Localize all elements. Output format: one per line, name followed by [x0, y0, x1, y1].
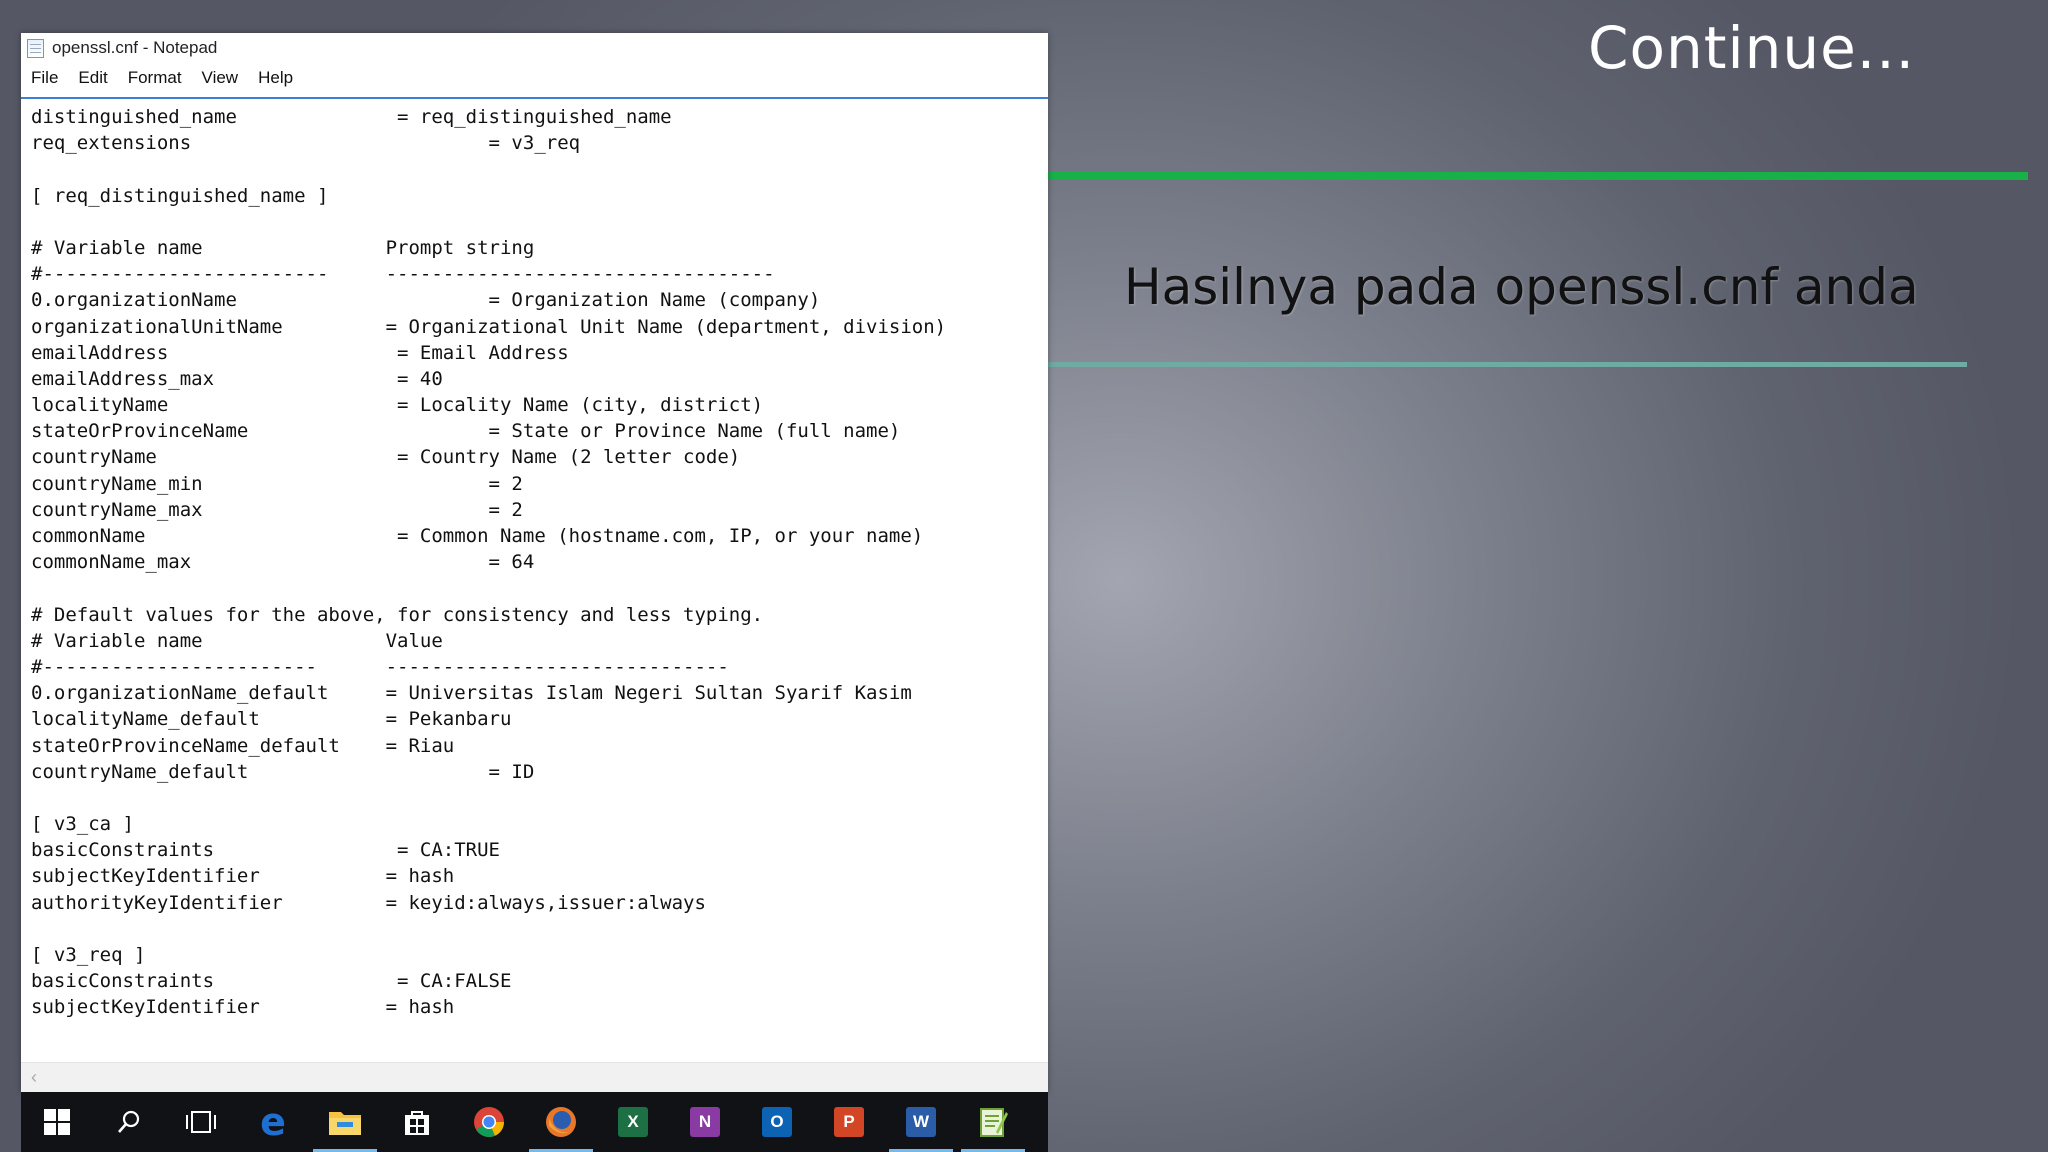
powerpoint-button[interactable]: P — [813, 1092, 885, 1152]
store-icon — [405, 1111, 429, 1135]
menu-help[interactable]: Help — [258, 68, 293, 88]
word-button[interactable]: W — [885, 1092, 957, 1152]
editor-line: commonName_max = 64 — [31, 551, 535, 574]
editor-line: countryName_min = 2 — [31, 472, 523, 495]
excel-icon: X — [618, 1107, 648, 1137]
editor-line: emailAddress_max = 40 — [31, 367, 443, 390]
firefox-icon — [546, 1107, 576, 1137]
editor-line: stateOrProvinceName = State or Province … — [31, 420, 901, 443]
editor-line: organizationalUnitName = Organizational … — [31, 315, 947, 338]
editor-line: #------------------------- -------------… — [31, 263, 775, 286]
text-editor[interactable]: distinguished_name = req_distinguished_n… — [21, 97, 1048, 1062]
editor-line: localityName_default = Pekanbaru — [31, 708, 512, 731]
accent-bar — [1047, 172, 2028, 180]
menu-format[interactable]: Format — [128, 68, 182, 88]
windows-logo-icon — [44, 1109, 70, 1135]
editor-line: req_extensions = v3_req — [31, 132, 581, 155]
editor-line: 0.organizationName = Organization Name (… — [31, 289, 821, 312]
outlook-icon: O — [762, 1107, 792, 1137]
editor-line: countryName = Country Name (2 letter cod… — [31, 446, 741, 469]
excel-button[interactable]: X — [597, 1092, 669, 1152]
menu-view[interactable]: View — [202, 68, 239, 88]
taskbar: e X N O P W — [21, 1092, 1048, 1152]
editor-line: countryName_max = 2 — [31, 498, 523, 521]
task-view-icon — [186, 1111, 216, 1133]
editor-line: distinguished_name = req_distinguished_n… — [31, 106, 672, 128]
menu-edit[interactable]: Edit — [78, 68, 107, 88]
powerpoint-icon: P — [834, 1107, 864, 1137]
task-view-button[interactable] — [165, 1092, 237, 1152]
title-bar[interactable]: openssl.cnf - Notepad — [21, 33, 1048, 63]
search-icon — [118, 1110, 140, 1133]
editor-line: # Variable name Value — [31, 629, 443, 652]
slide-title: Continue... — [1588, 14, 1916, 82]
editor-line: localityName = Locality Name (city, dist… — [31, 394, 764, 417]
editor-line: #------------------------ --------------… — [31, 655, 729, 678]
firefox-button[interactable] — [525, 1092, 597, 1152]
editor-content: distinguished_name = req_distinguished_n… — [21, 99, 1048, 1021]
editor-line: subjectKeyIdentifier = hash — [31, 996, 455, 1019]
slide-subtitle: Hasilnya pada openssl.cnf anda — [1124, 258, 1919, 316]
editor-line: [ v3_ca ] — [31, 813, 134, 836]
editor-line: commonName = Common Name (hostname.com, … — [31, 525, 924, 547]
menu-bar: File Edit Format View Help — [21, 63, 1048, 93]
start-button[interactable] — [21, 1092, 93, 1152]
window-title: openssl.cnf - Notepad — [52, 38, 218, 57]
editor-line: 0.organizationName_default = Universitas… — [31, 682, 912, 705]
notepad-app-icon — [980, 1108, 1008, 1137]
divider-line — [1047, 362, 1967, 367]
menu-file[interactable]: File — [31, 68, 58, 88]
store-button[interactable] — [381, 1092, 453, 1152]
scroll-left-icon[interactable]: ‹ — [31, 1067, 37, 1088]
notepad-button[interactable] — [957, 1092, 1029, 1152]
search-button[interactable] — [93, 1092, 165, 1152]
onenote-icon: N — [690, 1107, 720, 1137]
folder-icon — [329, 1112, 361, 1135]
edge-icon: e — [260, 1100, 286, 1144]
horizontal-scrollbar[interactable]: ‹ — [21, 1062, 1048, 1093]
editor-line: # Default values for the above, for cons… — [31, 603, 764, 626]
chrome-icon — [474, 1107, 504, 1137]
editor-line: emailAddress = Email Address — [31, 341, 569, 364]
notepad-window: openssl.cnf - Notepad File Edit Format V… — [21, 33, 1048, 1093]
onenote-button[interactable]: N — [669, 1092, 741, 1152]
edge-button[interactable]: e — [237, 1092, 309, 1152]
editor-line: subjectKeyIdentifier = hash — [31, 865, 455, 888]
outlook-button[interactable]: O — [741, 1092, 813, 1152]
chrome-button[interactable] — [453, 1092, 525, 1152]
editor-line: [ req_distinguished_name ] — [31, 184, 329, 207]
editor-line: [ v3_req ] — [31, 944, 146, 966]
word-icon: W — [906, 1107, 936, 1137]
editor-line: basicConstraints = CA:FALSE — [31, 970, 512, 993]
editor-line: basicConstraints = CA:TRUE — [31, 839, 500, 862]
notepad-icon — [27, 38, 44, 58]
editor-line: # Variable name Prompt string — [31, 236, 535, 259]
editor-line: authorityKeyIdentifier = keyid:always,is… — [31, 891, 706, 914]
editor-line: countryName_default = ID — [31, 760, 535, 783]
editor-line: stateOrProvinceName_default = Riau — [31, 734, 455, 757]
file-explorer-button[interactable] — [309, 1092, 381, 1152]
